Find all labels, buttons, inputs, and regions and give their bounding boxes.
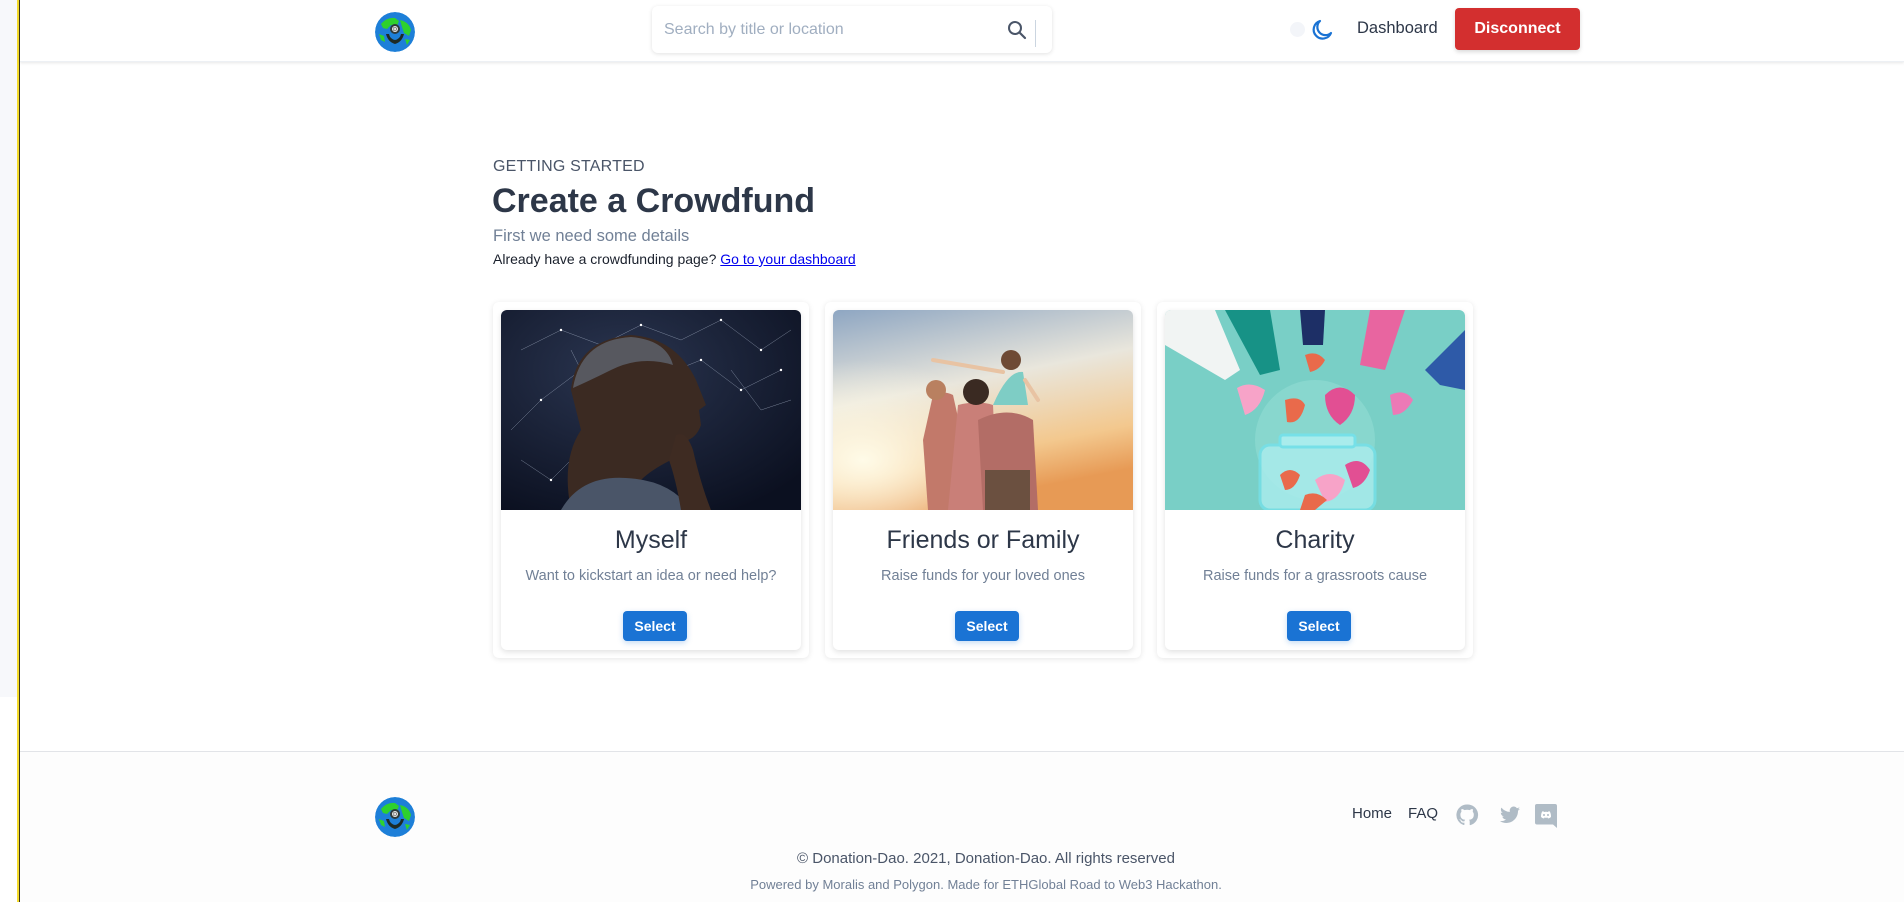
card-title: Charity: [1275, 526, 1355, 554]
card-myself: Myself Want to kickstart an idea or need…: [493, 302, 809, 658]
existing-prompt-text: Already have a crowdfunding page?: [493, 251, 717, 267]
svg-text:D: D: [393, 812, 397, 818]
card-body: Charity Raise funds for a grassroots cau…: [1165, 310, 1465, 650]
footer-logo-icon[interactable]: D: [375, 797, 415, 837]
card-title: Myself: [614, 526, 688, 554]
left-gutter: [0, 0, 17, 697]
card-description: Raise funds for a grassroots cause: [1202, 568, 1428, 584]
copyright-text: © Donation-Dao. 2021, Donation-Dao. All …: [797, 850, 1175, 867]
hands-hearts-jar-image: [1165, 310, 1465, 510]
moon-icon[interactable]: [1310, 18, 1334, 42]
card-title: Friends or Family: [886, 526, 1080, 554]
family-sunset-image: [833, 310, 1133, 510]
powered-by-text: Powered by Moralis and Polygon. Made for…: [750, 877, 1222, 892]
footer: D Home FAQ © Donation-Dao. 2021, Donatio…: [20, 751, 1904, 902]
go-to-dashboard-link[interactable]: Go to your dashboard: [720, 251, 855, 267]
disconnect-button[interactable]: Disconnect: [1455, 8, 1580, 50]
github-icon[interactable]: [1455, 803, 1479, 827]
card-description: Want to kickstart an idea or need help?: [525, 568, 777, 584]
nav-dashboard-link[interactable]: Dashboard: [1357, 19, 1438, 38]
page-subtitle: First we need some details: [493, 227, 690, 245]
search-icon[interactable]: [1006, 19, 1028, 41]
card-friends-family: Friends or Family Raise funds for your l…: [825, 302, 1141, 658]
person-thinking-network-image: [501, 310, 801, 510]
logo-icon[interactable]: D: [375, 12, 415, 52]
footer-faq-link[interactable]: FAQ: [1408, 805, 1438, 822]
page-title: Create a Crowdfund: [492, 182, 816, 220]
search-divider: [1035, 20, 1036, 47]
select-friends-family-button[interactable]: Select: [955, 611, 1019, 641]
svg-text:D: D: [393, 27, 397, 33]
top-navbar: D Dashboard Disconnect: [20, 0, 1904, 62]
card-description: Raise funds for your loved ones: [881, 568, 1085, 584]
existing-page-prompt: Already have a crowdfunding page? Go to …: [493, 251, 856, 267]
card-body: Friends or Family Raise funds for your l…: [833, 310, 1133, 650]
search-input[interactable]: [652, 6, 992, 53]
select-charity-button[interactable]: Select: [1287, 611, 1351, 641]
select-myself-button[interactable]: Select: [623, 611, 687, 641]
search-bar: [652, 6, 1052, 53]
card-charity: Charity Raise funds for a grassroots cau…: [1157, 302, 1473, 658]
discord-icon[interactable]: [1534, 803, 1558, 828]
footer-home-link[interactable]: Home: [1352, 805, 1392, 822]
status-dot: [1290, 22, 1305, 37]
twitter-icon[interactable]: [1498, 803, 1522, 827]
eyebrow-label: GETTING STARTED: [493, 158, 645, 175]
card-body: Myself Want to kickstart an idea or need…: [501, 310, 801, 650]
